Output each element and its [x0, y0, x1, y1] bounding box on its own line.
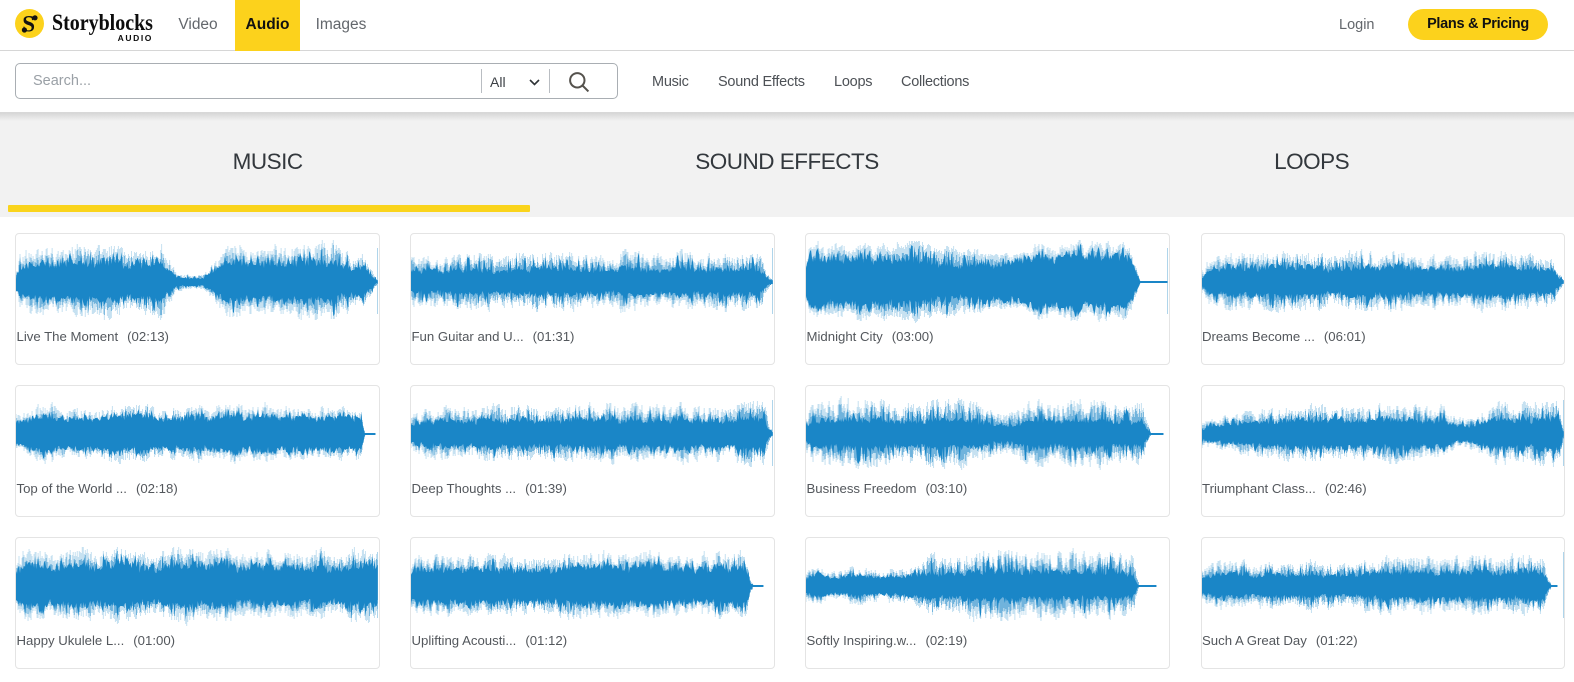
- svg-text:S: S: [22, 12, 35, 37]
